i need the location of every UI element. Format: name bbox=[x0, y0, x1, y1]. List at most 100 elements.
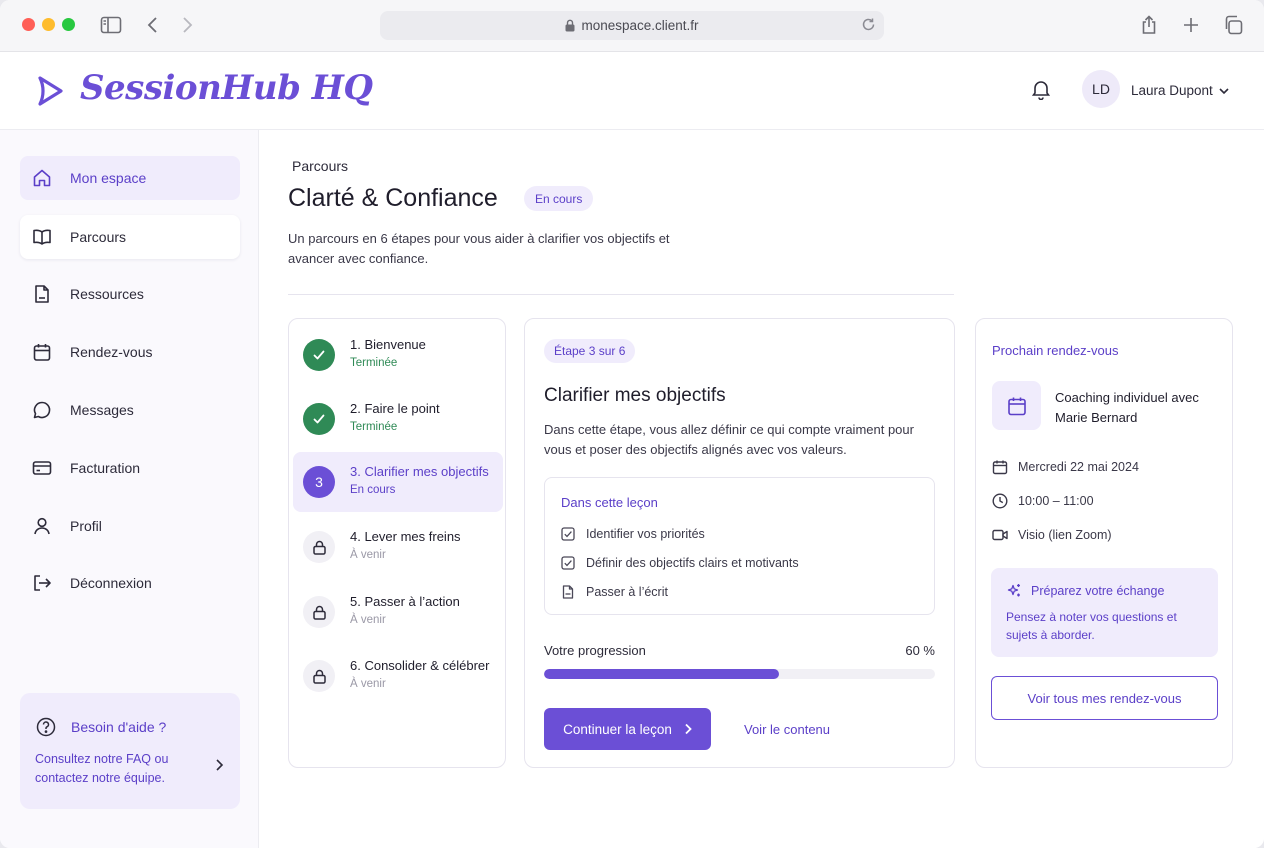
tab-overview-icon[interactable] bbox=[1221, 13, 1245, 37]
forward-icon[interactable] bbox=[175, 13, 199, 37]
minimize-window-button[interactable] bbox=[42, 18, 55, 31]
check-icon bbox=[303, 339, 335, 371]
checkbox-icon bbox=[561, 527, 575, 541]
appointment-location-text: Visio (lien Zoom) bbox=[1018, 528, 1112, 542]
appointment-heading: Prochain rendez-vous bbox=[992, 343, 1119, 358]
prep-text: Pensez à noter vos questions et sujets à… bbox=[1006, 610, 1177, 642]
sidebar-item-parcours[interactable]: Parcours bbox=[20, 215, 240, 259]
chevron-down-icon[interactable] bbox=[1218, 83, 1230, 101]
zoom-window-button[interactable] bbox=[62, 18, 75, 31]
step-status: Terminée bbox=[350, 421, 398, 433]
help-text: Consultez notre FAQ ou contactez notre é… bbox=[35, 752, 169, 785]
help-title: Besoin d'aide ? bbox=[71, 719, 167, 735]
url-text: monespace.client.fr bbox=[581, 18, 699, 33]
step-title: 1. Bienvenue bbox=[350, 337, 426, 352]
sidebar-item-ressources[interactable]: Ressources bbox=[20, 272, 240, 316]
step-item[interactable]: 5. Passer à l’action À venir bbox=[293, 582, 503, 642]
lock-icon bbox=[565, 19, 575, 32]
close-window-button[interactable] bbox=[22, 18, 35, 31]
lock-icon bbox=[303, 531, 335, 563]
question-icon bbox=[36, 717, 56, 742]
lesson-item-label: Identifier vos priorités bbox=[586, 527, 705, 541]
view-content-link[interactable]: Voir le contenu bbox=[744, 722, 830, 737]
calendar-icon bbox=[992, 381, 1041, 430]
user-name[interactable]: Laura Dupont bbox=[1131, 83, 1213, 98]
step-item[interactable]: 6. Consolider & célébrer À venir bbox=[293, 646, 503, 706]
all-appointments-button[interactable]: Voir tous mes rendez-vous bbox=[991, 676, 1218, 720]
step-status: À venir bbox=[350, 678, 386, 690]
step-item[interactable]: 1. Bienvenue Terminée bbox=[293, 325, 503, 385]
clock-icon bbox=[992, 493, 1008, 509]
logout-icon bbox=[32, 573, 52, 593]
calendar-icon bbox=[32, 342, 52, 362]
steps-list: 1. Bienvenue Terminée 2. Faire le point … bbox=[288, 318, 506, 768]
lesson-description: Dans cette étape, vous allez définir ce … bbox=[544, 422, 914, 457]
avatar[interactable]: LD bbox=[1082, 70, 1120, 108]
chevron-right-icon[interactable] bbox=[214, 758, 224, 777]
divider bbox=[288, 294, 954, 295]
file-icon bbox=[561, 585, 575, 599]
lock-icon bbox=[303, 660, 335, 692]
new-tab-icon[interactable] bbox=[1179, 13, 1203, 37]
bell-icon[interactable] bbox=[1030, 78, 1052, 105]
browser-window: monespace.client.fr SessionHub HQ LD Lau… bbox=[0, 0, 1264, 848]
brand-logo-icon bbox=[34, 74, 66, 113]
appointment-date: Mercredi 22 mai 2024 bbox=[992, 458, 1139, 476]
step-title: 5. Passer à l’action bbox=[350, 594, 460, 609]
lesson-contents-box: Dans cette leçon Identifier vos priorité… bbox=[544, 477, 935, 615]
breadcrumb[interactable]: Parcours bbox=[292, 158, 348, 174]
stage-badge: Étape 3 sur 6 bbox=[544, 339, 636, 363]
lesson-card: Étape 3 sur 6 Clarifier mes objectifs Da… bbox=[524, 318, 955, 768]
lesson-item: Définir des objectifs clairs et motivant… bbox=[561, 554, 799, 572]
main-content: Parcours Clarté & Confiance En cours Un … bbox=[260, 130, 1264, 848]
step-item-current[interactable]: 3 3. Clarifier mes objectifs En cours bbox=[293, 452, 503, 512]
step-title: 6. Consolider & célébrer bbox=[350, 658, 490, 673]
share-icon[interactable] bbox=[1137, 13, 1161, 37]
step-status: En cours bbox=[350, 484, 396, 496]
sidebar-item-label: Déconnexion bbox=[70, 575, 152, 591]
sidebar: Mon espace Parcours Ressources Rendez-vo… bbox=[0, 130, 259, 848]
back-icon[interactable] bbox=[141, 13, 165, 37]
page-description: Un parcours en 6 étapes pour vous aider … bbox=[288, 231, 670, 266]
credit-card-icon bbox=[32, 458, 52, 478]
sidebar-item-mon-espace[interactable]: Mon espace bbox=[20, 156, 240, 200]
appointment-title: Coaching individuel avec Marie Bernard bbox=[1055, 390, 1199, 425]
lock-icon bbox=[303, 596, 335, 628]
document-icon bbox=[32, 284, 52, 304]
step-item[interactable]: 2. Faire le point Terminée bbox=[293, 389, 503, 449]
sidebar-item-messages[interactable]: Messages bbox=[20, 388, 240, 432]
appointment-date-text: Mercredi 22 mai 2024 bbox=[1018, 460, 1139, 474]
progress-label: Votre progression bbox=[544, 643, 646, 658]
sidebar-item-label: Parcours bbox=[70, 229, 127, 245]
progress-bar bbox=[544, 669, 935, 679]
message-icon bbox=[32, 400, 52, 420]
lesson-item-label: Passer à l’écrit bbox=[586, 585, 668, 599]
sidebar-toggle-icon[interactable] bbox=[99, 13, 123, 37]
appointment-time-text: 10:00 – 11:00 bbox=[1018, 494, 1094, 508]
sidebar-item-deconnexion[interactable]: Déconnexion bbox=[20, 561, 240, 605]
lesson-item: Passer à l’écrit bbox=[561, 583, 668, 601]
sidebar-item-label: Mon espace bbox=[70, 170, 147, 186]
continue-lesson-label: Continuer la leçon bbox=[563, 721, 672, 737]
step-title: 4. Lever mes freins bbox=[350, 529, 461, 544]
sidebar-item-label: Ressources bbox=[70, 286, 144, 302]
help-card[interactable]: Besoin d'aide ? Consultez notre FAQ ou c… bbox=[20, 693, 240, 809]
address-bar[interactable]: monespace.client.fr bbox=[380, 11, 884, 40]
lesson-item: Identifier vos priorités bbox=[561, 525, 705, 543]
lesson-title: Clarifier mes objectifs bbox=[544, 385, 726, 406]
sidebar-item-profil[interactable]: Profil bbox=[20, 504, 240, 548]
sidebar-item-facturation[interactable]: Facturation bbox=[20, 446, 240, 490]
step-item[interactable]: 4. Lever mes freins À venir bbox=[293, 517, 503, 577]
brand-name[interactable]: SessionHub HQ bbox=[80, 68, 373, 108]
sidebar-item-rendez-vous[interactable]: Rendez-vous bbox=[20, 330, 240, 374]
reload-icon[interactable] bbox=[861, 17, 876, 32]
page-title: Clarté & Confiance bbox=[288, 184, 498, 212]
next-appointment-card: Prochain rendez-vous Coaching individuel… bbox=[975, 318, 1233, 768]
step-title: 2. Faire le point bbox=[350, 401, 440, 416]
sidebar-item-label: Messages bbox=[70, 402, 134, 418]
continue-lesson-button[interactable]: Continuer la leçon bbox=[544, 708, 711, 750]
appointment-time: 10:00 – 11:00 bbox=[992, 492, 1094, 510]
progress-bar-fill bbox=[544, 669, 779, 679]
prep-title: Préparez votre échange bbox=[1007, 583, 1164, 598]
lesson-contents-title: Dans cette leçon bbox=[561, 495, 658, 510]
